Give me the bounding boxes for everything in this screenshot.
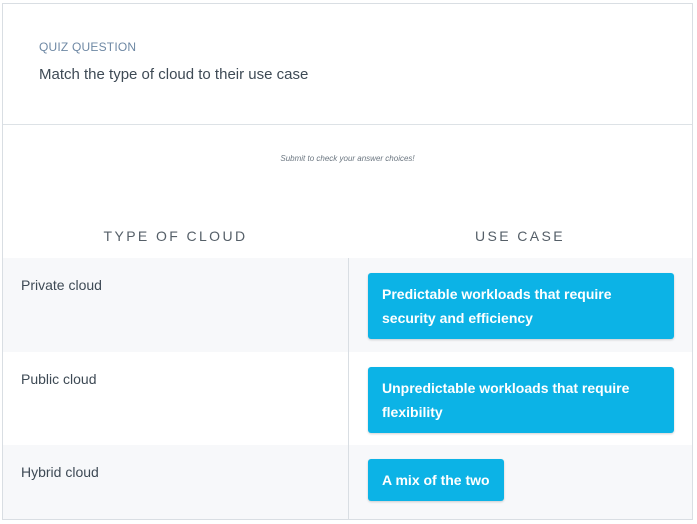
use-case-dropzone[interactable]: A mix of the two [348,445,692,519]
cloud-type-label: Public cloud [21,371,97,387]
quiz-question: Match the type of cloud to their use cas… [39,66,309,83]
match-row: Private cloud Predictable workloads that… [3,258,692,352]
submit-hint: Submit to check your answer choices! [280,154,415,163]
column-header-type: TYPE OF CLOUD [103,228,248,244]
use-case-dropzone[interactable]: Unpredictable workloads that require fle… [348,352,692,445]
cloud-type-label: Hybrid cloud [3,445,348,519]
use-case-dropzone[interactable]: Predictable workloads that require secur… [348,258,692,352]
column-headers: TYPE OF CLOUD USE CASE [3,228,692,248]
quiz-label: QUIZ QUESTION [39,40,137,54]
column-header-use-case: USE CASE [475,228,565,244]
use-case-chip[interactable]: Unpredictable workloads that require fle… [368,367,674,433]
quiz-card: QUIZ QUESTION Match the type of cloud to… [2,3,693,520]
match-row: Hybrid cloud A mix of the two [3,445,692,519]
match-row: Public cloud Unpredictable workloads tha… [3,352,692,445]
cloud-type-label: Private cloud [3,258,348,352]
use-case-chip[interactable]: Predictable workloads that require secur… [368,273,674,339]
use-case-chip[interactable]: A mix of the two [368,459,504,501]
quiz-header: QUIZ QUESTION Match the type of cloud to… [3,4,692,125]
